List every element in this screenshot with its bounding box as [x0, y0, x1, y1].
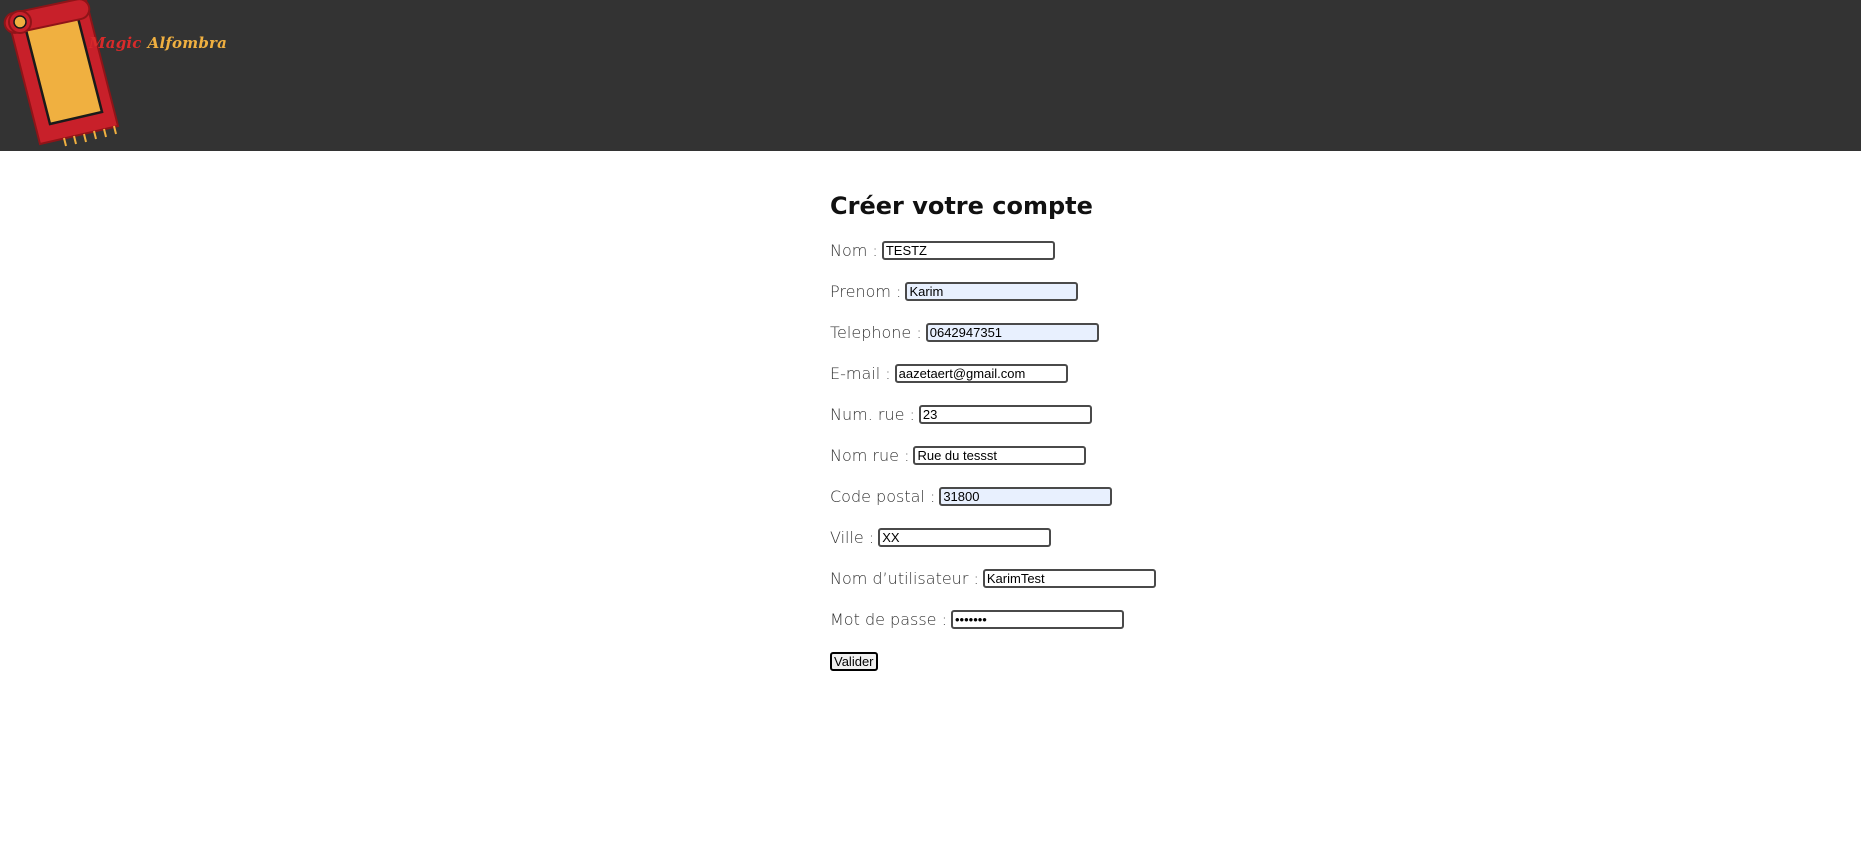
field-row-num-rue: Num. rue : [830, 405, 1156, 446]
field-row-nom-rue: Nom rue : [830, 446, 1156, 487]
magic-carpet-logo-icon [3, 0, 120, 147]
nom-input[interactable] [881, 241, 1055, 260]
account-form: Créer votre compte Nom : Prenom : Teleph… [830, 188, 1156, 671]
field-row-password: Mot de passe : [830, 610, 1156, 651]
password-label: Mot de passe : [830, 610, 947, 629]
field-row-prenom: Prenom : [830, 282, 1156, 323]
field-row-ville: Ville : [830, 528, 1156, 569]
code-postal-label: Code postal : [830, 487, 936, 506]
logo[interactable]: Magic Alfombra [0, 0, 230, 151]
field-row-email: E-mail : [830, 364, 1156, 405]
username-input[interactable] [982, 569, 1156, 588]
submit-button[interactable]: Valider [830, 652, 878, 671]
brand-word-1: Magic [89, 34, 142, 52]
num-rue-input[interactable] [918, 405, 1092, 424]
page-title: Créer votre compte [830, 192, 1093, 220]
nom-rue-label: Nom rue : [830, 446, 910, 465]
password-input[interactable] [951, 610, 1124, 629]
brand-name: Magic Alfombra [89, 34, 227, 52]
ville-label: Ville : [830, 528, 875, 547]
ville-input[interactable] [878, 528, 1052, 547]
site-header: Magic Alfombra [0, 0, 1861, 151]
nom-rue-input[interactable] [913, 446, 1087, 465]
prenom-input[interactable] [905, 282, 1079, 301]
field-row-nom: Nom : [830, 241, 1156, 282]
username-label: Nom d’utilisateur : [830, 569, 979, 588]
email-input[interactable] [894, 364, 1068, 383]
nom-label: Nom : [830, 241, 878, 260]
field-row-telephone: Telephone : [830, 323, 1156, 364]
telephone-label: Telephone : [830, 323, 922, 342]
email-label: E-mail : [830, 364, 891, 383]
code-postal-input[interactable] [939, 487, 1113, 506]
telephone-input[interactable] [925, 323, 1099, 342]
num-rue-label: Num. rue : [830, 405, 915, 424]
field-row-code-postal: Code postal : [830, 487, 1156, 528]
prenom-label: Prenom : [830, 282, 902, 301]
brand-word-2: Alfombra [147, 34, 228, 52]
field-row-username: Nom d’utilisateur : [830, 569, 1156, 610]
